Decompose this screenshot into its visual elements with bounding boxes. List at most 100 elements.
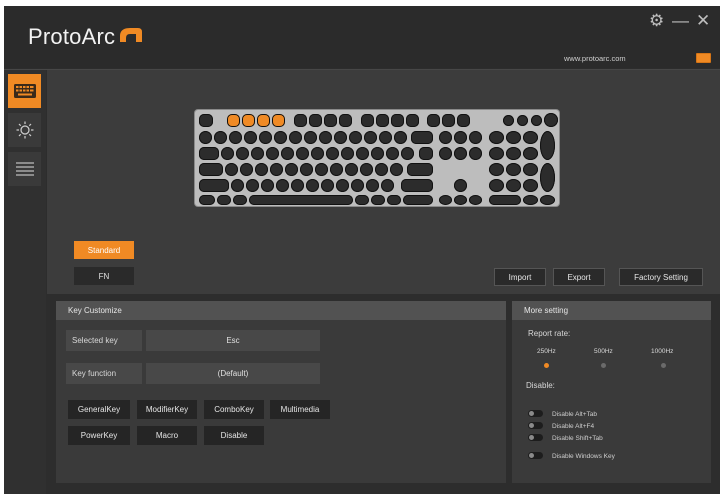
key-arrow-up[interactable] [454, 179, 467, 192]
key-function[interactable] [361, 114, 374, 127]
keyboard-key[interactable] [276, 179, 289, 192]
key-arrow[interactable] [454, 195, 467, 205]
key-numpad[interactable] [506, 179, 521, 192]
general-key-button[interactable]: GeneralKey [68, 400, 130, 419]
keyboard-key[interactable] [336, 179, 349, 192]
key-media[interactable] [517, 115, 528, 126]
keyboard-key[interactable] [244, 131, 257, 144]
keyboard-key[interactable] [315, 163, 328, 176]
keyboard-key[interactable] [386, 147, 399, 160]
key-numpad[interactable] [540, 131, 555, 160]
key-numpad[interactable] [489, 163, 504, 176]
keyboard-key[interactable] [225, 163, 238, 176]
keyboard-key[interactable] [255, 163, 268, 176]
disable-button[interactable]: Disable [204, 426, 264, 445]
close-icon[interactable]: ✕ [696, 12, 710, 29]
keyboard-key[interactable] [291, 179, 304, 192]
key-win[interactable] [217, 195, 231, 205]
combo-key-button[interactable]: ComboKey [204, 400, 264, 419]
keyboard-key[interactable] [311, 147, 324, 160]
key-menu[interactable] [387, 195, 401, 205]
disable-alt-f4-toggle[interactable] [528, 422, 543, 429]
key-media[interactable] [503, 115, 514, 126]
key-function[interactable] [427, 114, 440, 127]
key-numpad[interactable] [489, 147, 504, 160]
key-function[interactable] [294, 114, 307, 127]
key-numpad[interactable] [523, 179, 538, 192]
keyboard-key[interactable] [304, 131, 317, 144]
disable-windows-key-toggle[interactable] [528, 452, 543, 459]
keyboard-key[interactable] [281, 147, 294, 160]
key-modifier[interactable] [199, 147, 219, 160]
key-function[interactable] [442, 114, 455, 127]
keyboard-key[interactable] [296, 147, 309, 160]
key-arrow[interactable] [469, 195, 482, 205]
rate-250-radio[interactable] [544, 363, 549, 368]
factory-setting-button[interactable]: Factory Setting [619, 268, 703, 286]
keyboard-key[interactable] [246, 179, 259, 192]
key-numpad[interactable] [506, 147, 521, 160]
export-button[interactable]: Export [553, 268, 605, 286]
key-function[interactable] [309, 114, 322, 127]
import-button[interactable]: Import [494, 268, 546, 286]
key-numpad[interactable] [523, 131, 538, 144]
key-modifier[interactable] [419, 147, 433, 160]
key-numpad[interactable] [489, 131, 504, 144]
keyboard-key[interactable] [364, 131, 377, 144]
key-numpad[interactable] [540, 163, 555, 192]
key-nav[interactable] [454, 131, 467, 144]
keyboard-key[interactable] [266, 147, 279, 160]
key-numpad-0[interactable] [489, 195, 521, 205]
disable-shift-tab-toggle[interactable] [528, 434, 543, 441]
keyboard-key[interactable] [401, 147, 414, 160]
key-ctrl[interactable] [403, 195, 433, 205]
keyboard-key[interactable] [289, 131, 302, 144]
key-function[interactable] [406, 114, 419, 127]
disable-alt-tab-toggle[interactable] [528, 410, 543, 417]
keyboard-key[interactable] [319, 131, 332, 144]
key-power[interactable] [544, 113, 558, 127]
key-alt[interactable] [233, 195, 247, 205]
tab-standard[interactable]: Standard [74, 241, 134, 259]
key-numpad[interactable] [523, 147, 538, 160]
macro-button[interactable]: Macro [137, 426, 197, 445]
key-function[interactable] [457, 114, 470, 127]
keyboard-key[interactable] [390, 163, 403, 176]
key-space[interactable] [249, 195, 353, 205]
key-numpad[interactable] [506, 131, 521, 144]
keyboard-key[interactable] [341, 147, 354, 160]
rate-500-radio[interactable] [601, 363, 606, 368]
keyboard-key[interactable] [306, 179, 319, 192]
keyboard-key[interactable] [356, 147, 369, 160]
gear-icon[interactable]: ⚙ [649, 12, 664, 29]
sidebar-item-macro-list[interactable] [8, 152, 41, 186]
key-numpad[interactable] [506, 163, 521, 176]
key-media[interactable] [531, 115, 542, 126]
keyboard-key[interactable] [351, 179, 364, 192]
keyboard-key[interactable] [326, 147, 339, 160]
keyboard-key[interactable] [321, 179, 334, 192]
keyboard-key[interactable] [229, 131, 242, 144]
keyboard-key[interactable] [240, 163, 253, 176]
keyboard-key[interactable] [300, 163, 313, 176]
keyboard-key[interactable] [285, 163, 298, 176]
tab-fn[interactable]: FN [74, 267, 134, 285]
key-arrow[interactable] [439, 195, 452, 205]
key-function[interactable] [376, 114, 389, 127]
sidebar-item-backlight[interactable] [8, 113, 41, 147]
key-function[interactable] [257, 114, 270, 127]
key-ctrl[interactable] [199, 195, 215, 205]
keyboard-key[interactable] [330, 163, 343, 176]
keyboard-key[interactable] [231, 179, 244, 192]
keyboard-key[interactable] [251, 147, 264, 160]
key-function[interactable] [324, 114, 337, 127]
key-numpad[interactable] [489, 179, 504, 192]
key-nav[interactable] [469, 147, 482, 160]
website-link[interactable]: www.protoarc.com [564, 54, 626, 63]
keyboard-key[interactable] [236, 147, 249, 160]
key-function[interactable] [242, 114, 255, 127]
keyboard-key[interactable] [259, 131, 272, 144]
key-modifier[interactable] [199, 163, 223, 176]
key-modifier[interactable] [199, 179, 229, 192]
key-modifier[interactable] [407, 163, 433, 176]
